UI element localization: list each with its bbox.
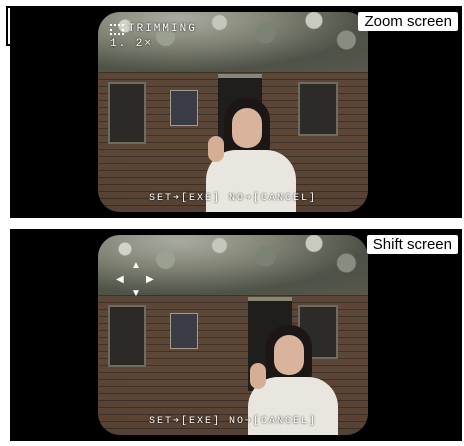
arrow-down-icon: ▼ <box>131 288 141 299</box>
trimming-title: TRIMMING <box>128 23 197 35</box>
photo-sign <box>170 313 198 349</box>
photo-window <box>108 82 146 144</box>
zoom-level: 1. 2× <box>110 38 154 50</box>
photo-sign <box>170 90 198 126</box>
arrow-up-icon: ▲ <box>131 260 141 271</box>
photo-window <box>108 305 146 367</box>
trimming-icon <box>110 24 124 35</box>
photo-window <box>298 82 338 136</box>
direction-arrows: ▲ ◀ ▶ ▼ <box>116 261 156 301</box>
zoom-screen-panel: TRIMMING 1. 2× SET➔[EXE] NO➔[CANCEL] Zoo… <box>10 6 462 218</box>
arrow-left-icon: ◀ <box>116 274 124 285</box>
shift-screen-label: Shift screen <box>366 235 458 254</box>
zoom-lcd-screen: TRIMMING 1. 2× SET➔[EXE] NO➔[CANCEL] <box>98 12 368 212</box>
arrow-right-icon: ▶ <box>146 274 154 285</box>
shift-screen-panel: ▲ ◀ ▶ ▼ SET➔[EXE] NO➔[CANCEL] Shift scre… <box>10 229 462 441</box>
zoom-screen-label: Zoom screen <box>358 12 458 31</box>
zoom-instructions: SET➔[EXE] NO➔[CANCEL] <box>148 193 318 204</box>
shift-instructions: SET➔[EXE] NO➔[CANCEL] <box>148 416 318 427</box>
shift-lcd-screen: ▲ ◀ ▶ ▼ SET➔[EXE] NO➔[CANCEL] <box>98 235 368 435</box>
